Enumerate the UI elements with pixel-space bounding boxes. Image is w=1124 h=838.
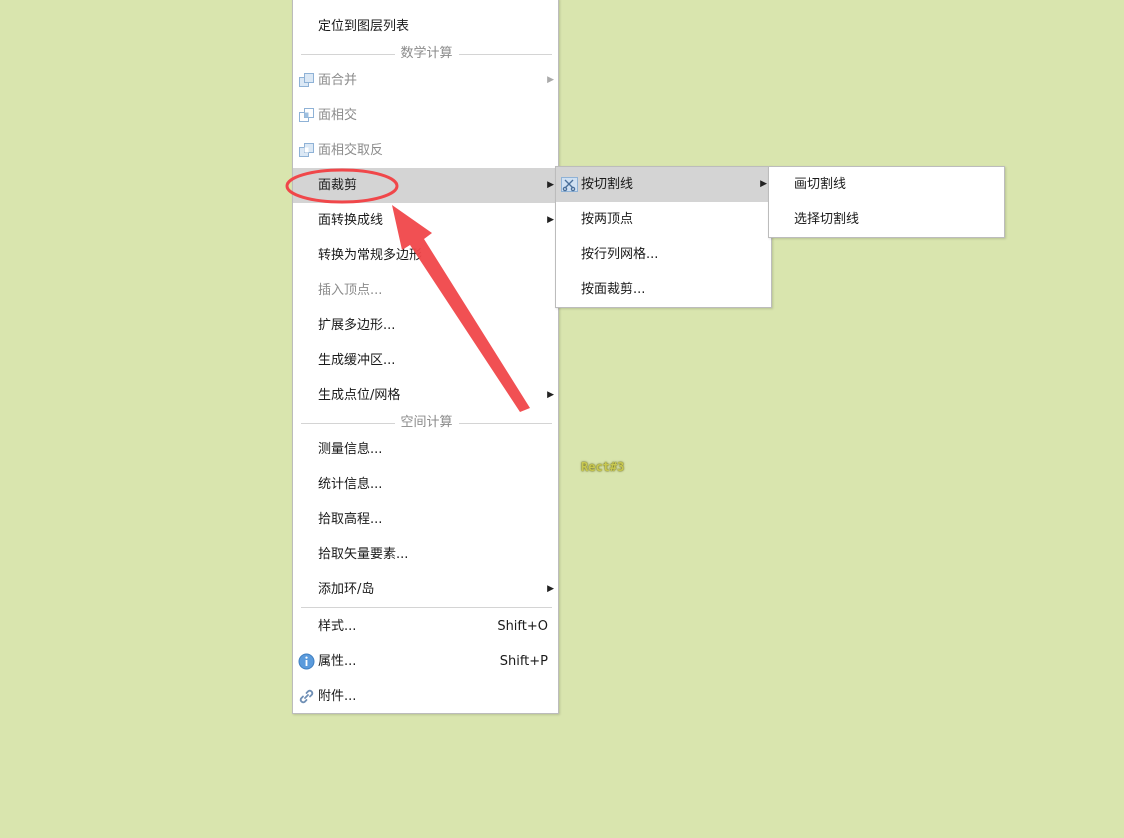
link-icon (299, 689, 314, 704)
shortcut-label: Shift+O (497, 619, 548, 634)
submenu-arrow-icon: ▶ (547, 75, 554, 85)
menu-item-label: 附件... (318, 689, 357, 704)
menu-item-label: 面转换成线 (318, 213, 384, 228)
menu-item-label: 测量信息... (318, 442, 383, 457)
feature-label: Rect#3 (581, 460, 625, 474)
menu-item-by-cutline[interactable]: 按切割线 ▶ (556, 167, 771, 202)
polygon-intersect-icon (299, 108, 314, 122)
submenu-arrow-icon: ▶ (547, 215, 554, 225)
menu-item-label: 面相交 (318, 108, 358, 123)
menu-item-label: 面裁剪 (318, 178, 358, 193)
shortcut-label: Shift+P (499, 654, 548, 669)
menu-item-to-regular-polygon[interactable]: 转换为常规多边形 (293, 238, 558, 273)
section-header-spatial: 空间计算 (301, 413, 552, 433)
menu-item-label: 样式... (318, 619, 357, 634)
menu-item-properties[interactable]: 属性... Shift+P (293, 644, 558, 679)
menu-item-label: 按面裁剪... (581, 282, 646, 297)
menu-item-locate-layer[interactable]: 定位到图层列表 (293, 9, 558, 44)
menu-item-by-polygon[interactable]: 按面裁剪... (556, 272, 771, 307)
menu-item-label: 面相交取反 (318, 143, 384, 158)
menu-item-label: 统计信息... (318, 477, 383, 492)
section-header-math: 数学计算 (301, 44, 552, 64)
menu-item-pick-vector[interactable]: 拾取矢量要素... (293, 537, 558, 572)
menu-item-label: 选择切割线 (794, 212, 860, 227)
menu-item-intersect-invert[interactable]: 面相交取反 (293, 133, 558, 168)
annotation-overlay (285, 168, 530, 412)
menu-item-attachments[interactable]: 附件... (293, 679, 558, 714)
menu-item-label: 生成缓冲区... (318, 353, 396, 368)
menu-item-to-lines[interactable]: 面转换成线 ▶ (293, 203, 558, 238)
section-header-label: 空间计算 (394, 413, 459, 433)
menu-item-insert-vertex[interactable]: 插入顶点... (293, 273, 558, 308)
submenu-arrow-icon: ▶ (547, 390, 554, 400)
menu-item-label: 按切割线 (581, 177, 634, 192)
menu-item-label: 生成点位/网格 (318, 388, 401, 403)
menu-separator (301, 607, 552, 608)
menu-item-label: 转换为常规多边形 (318, 248, 423, 263)
menu-item-style[interactable]: 样式... Shift+O (293, 609, 558, 644)
menu-item-draw-cutline[interactable]: 画切割线 (769, 167, 1004, 202)
submenu-arrow-icon: ▶ (547, 180, 554, 190)
menu-item-pick-elevation[interactable]: 拾取高程... (293, 502, 558, 537)
menu-item-merge[interactable]: 面合并 ▶ (293, 63, 558, 98)
menu-item-label: 添加环/岛 (318, 582, 375, 597)
polygon-merge-icon (299, 73, 314, 87)
menu-item-label: 拾取高程... (318, 512, 383, 527)
menu-item-label: 扩展多边形... (318, 318, 396, 333)
menu-item-by-two-vertices[interactable]: 按两顶点 (556, 202, 771, 237)
submenu-arrow-icon: ▶ (547, 584, 554, 594)
menu-item-add-ring[interactable]: 添加环/岛 ▶ (293, 572, 558, 607)
menu-item-select-cutline[interactable]: 选择切割线 (769, 202, 1004, 237)
menu-item-expand-polygon[interactable]: 扩展多边形... (293, 308, 558, 343)
info-icon (298, 653, 315, 670)
menu-item-label: 插入顶点... (318, 283, 383, 298)
menu-item-clip[interactable]: 面裁剪 ▶ (293, 168, 558, 203)
menu-item-intersect[interactable]: 面相交 (293, 98, 558, 133)
section-header-label: 数学计算 (394, 44, 459, 64)
menu-item-points-grid[interactable]: 生成点位/网格 ▶ (293, 378, 558, 413)
polygon-intersect-invert-icon (299, 143, 314, 157)
menu-item-label: 面合并 (318, 73, 358, 88)
menu-item-label: 属性... (318, 654, 357, 669)
menu-item-label: 画切割线 (794, 177, 847, 192)
submenu-arrow-icon: ▶ (760, 179, 767, 189)
scissors-icon (561, 177, 578, 192)
clip-submenu: 按切割线 ▶ 按两顶点 按行列网格... 按面裁剪... (555, 166, 772, 308)
menu-item-label: 按行列网格... (581, 247, 659, 262)
menu-item-stats[interactable]: 统计信息... (293, 467, 558, 502)
menu-item-label: 按两顶点 (581, 212, 634, 227)
cutline-submenu: 画切割线 选择切割线 (768, 166, 1005, 238)
menu-item-label: 定位到图层列表 (318, 19, 410, 34)
menu-item-label: 拾取矢量要素... (318, 547, 409, 562)
menu-item-by-grid[interactable]: 按行列网格... (556, 237, 771, 272)
menu-item-measure[interactable]: 测量信息... (293, 432, 558, 467)
menu-item-buffer[interactable]: 生成缓冲区... (293, 343, 558, 378)
context-menu: 定位到图层列表 数学计算 面合并 ▶ 面相交 面相交取反 面裁剪 ▶ 面转换成线… (292, 0, 559, 714)
